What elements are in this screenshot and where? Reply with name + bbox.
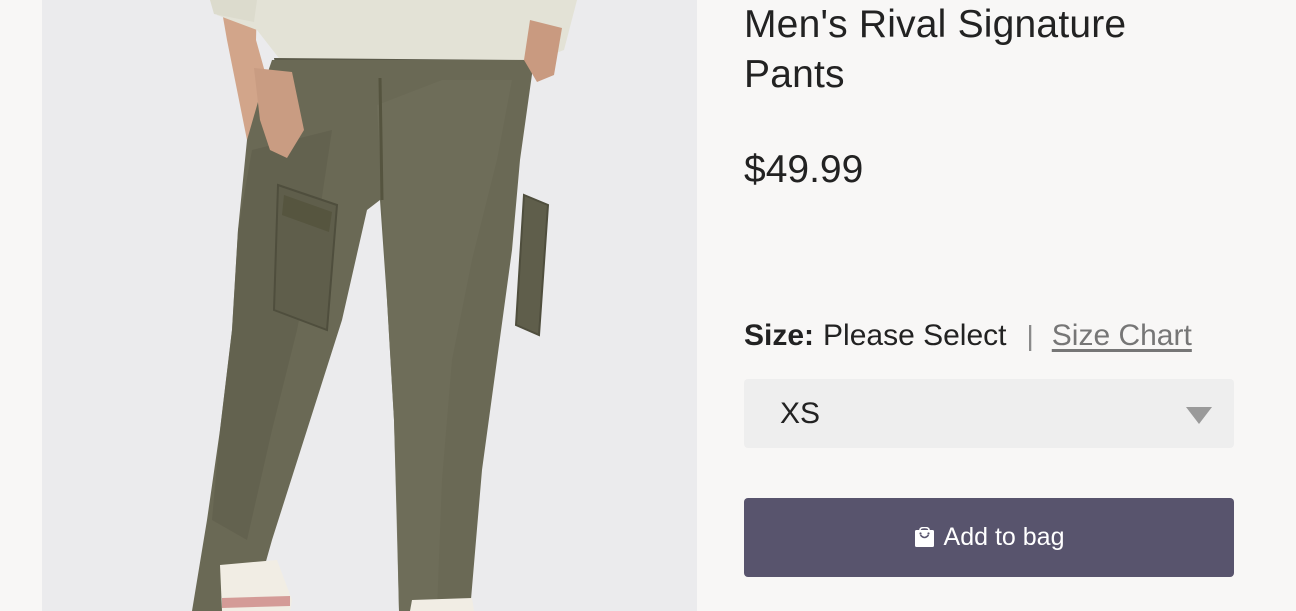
divider: |	[1026, 320, 1034, 351]
product-price: $49.99	[744, 148, 864, 191]
product-title: Men's Rival Signature Pants	[744, 3, 1127, 96]
size-row: Size: Please Select | Size Chart	[744, 316, 1192, 356]
size-label: Size:	[744, 319, 815, 352]
add-to-bag-button[interactable]: Add to bag	[744, 498, 1234, 577]
add-to-bag-label: Add to bag	[943, 523, 1065, 551]
chevron-down-icon	[1186, 407, 1212, 424]
product-image[interactable]	[42, 0, 697, 611]
size-select-value: XS	[780, 396, 821, 430]
size-chart-link[interactable]: Size Chart	[1052, 319, 1192, 353]
product-photo	[192, 0, 577, 611]
size-select[interactable]: XS	[744, 379, 1234, 448]
shopping-bag-icon	[914, 527, 934, 547]
size-value: Please Select	[823, 319, 1007, 352]
